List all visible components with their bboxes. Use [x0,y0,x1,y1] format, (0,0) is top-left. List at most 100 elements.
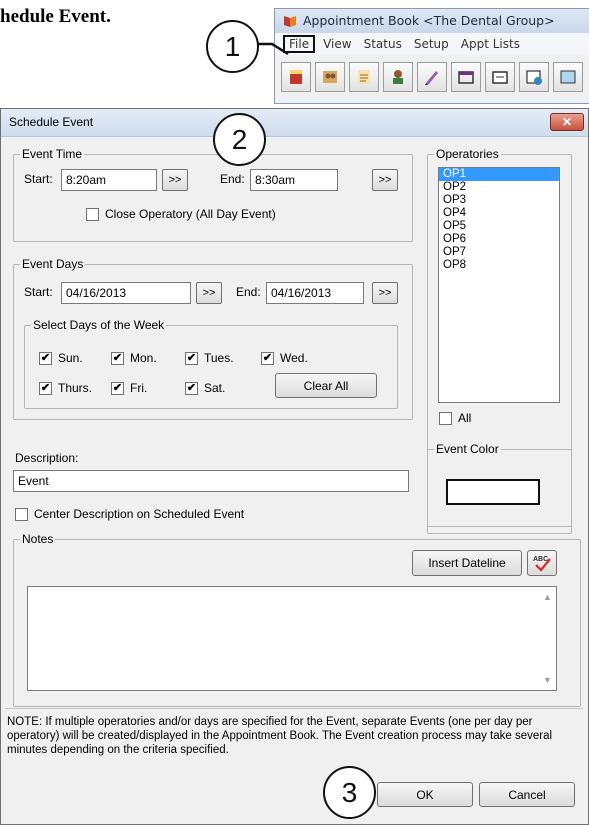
cancel-button[interactable]: Cancel [479,782,575,807]
appointment-book-icon [284,16,296,27]
window-icon[interactable] [451,62,481,92]
operatory-item[interactable]: OP7 [439,246,559,259]
appointment-book-window: Appointment Book <The Dental Group> File… [274,8,589,104]
end-date-picker-button[interactable]: >> [372,282,398,304]
day-thurs-row: ✔ Thurs. [39,381,92,395]
close-operatory-row: Close Operatory (All Day Event) [86,207,276,221]
event-days-legend: Event Days [20,257,86,271]
notes-legend: Notes [20,532,56,546]
close-operatory-checkbox[interactable] [86,207,99,221]
spell-check-button[interactable]: ABC [527,550,557,576]
event-time-legend: Event Time [20,147,85,161]
event-time-group: Event Time Start: 8:20am >> End: 8:30am … [13,147,413,242]
schedule-icon[interactable] [519,62,549,92]
day-tues-label: Tues. [204,351,234,365]
day-tues-row: ✔ Tues. [185,351,234,365]
end-time-picker-button[interactable]: >> [372,169,398,191]
center-description-checkbox[interactable] [15,507,28,521]
callout-1: 1 [206,20,259,73]
svg-text:ABC: ABC [533,556,548,563]
notes-icon[interactable] [349,62,379,92]
operatories-list[interactable]: OP1 OP2 OP3 OP4 OP5 OP6 OP7 OP8 [438,167,560,403]
menu-view[interactable]: View [317,36,357,52]
scroll-up-icon[interactable]: ▲ [543,592,552,602]
day-mon-checkbox[interactable]: ✔ [111,351,124,365]
edit-icon[interactable] [417,62,447,92]
description-field[interactable]: Event [13,470,409,492]
family-icon[interactable] [315,62,345,92]
days-of-week-group: Select Days of the Week ✔ Sun. ✔ Mon. ✔ … [24,318,398,409]
day-wed-checkbox[interactable]: ✔ [261,351,274,365]
day-thurs-label: Thurs. [58,381,93,395]
center-description-row: Center Description on Scheduled Event [15,507,244,521]
close-button[interactable]: ✕ [550,113,584,131]
operatory-item[interactable]: OP1 [439,168,559,181]
day-sun-checkbox[interactable]: ✔ [39,351,52,365]
end-date-label: End: [236,285,261,299]
blank-icon[interactable] [485,62,515,92]
day-fri-checkbox[interactable]: ✔ [111,381,124,395]
ok-button[interactable]: OK [377,782,473,807]
event-color-swatch[interactable] [446,479,540,505]
start-time-label: Start: [24,172,53,186]
dialog-title-bar: Schedule Event ✕ [1,109,588,137]
all-operatories-row: All [439,411,471,425]
callout-2: 2 [213,113,266,166]
image-icon[interactable] [553,62,583,92]
schedule-event-dialog: Schedule Event ✕ Event Time Start: 8:20a… [0,108,589,825]
day-fri-row: ✔ Fri. [111,381,147,395]
days-of-week-legend: Select Days of the Week [31,318,167,332]
insert-dateline-button[interactable]: Insert Dateline [412,550,522,576]
all-operatories-label: All [458,411,472,425]
notes-textarea[interactable] [27,586,557,691]
instruction-text: hedule Event. [0,6,111,27]
tooth-chart-icon[interactable] [281,62,311,92]
start-date-field[interactable]: 04/16/2013 [61,282,191,304]
description-label: Description: [15,451,79,465]
end-time-field[interactable]: 8:30am [250,169,338,191]
day-sun-row: ✔ Sun. [39,351,83,365]
dialog-title: Schedule Event [9,115,94,129]
day-sat-row: ✔ Sat. [185,381,225,395]
spell-check-icon: ABC [533,556,551,572]
end-time-label: End: [220,172,245,186]
day-tues-checkbox[interactable]: ✔ [185,351,198,365]
start-time-field[interactable]: 8:20am [61,169,157,191]
note-text: NOTE: If multiple operatories and/or day… [7,716,553,756]
operatory-item[interactable]: OP2 [439,181,559,194]
scroll-down-icon[interactable]: ▼ [543,675,552,685]
app-toolbar [275,57,589,97]
app-title: Appointment Book <The Dental Group> [303,13,555,28]
clear-all-button[interactable]: Clear All [275,373,377,398]
day-thurs-checkbox[interactable]: ✔ [39,381,52,395]
day-wed-label: Wed. [280,351,308,365]
end-date-field[interactable]: 04/16/2013 [266,282,364,304]
menu-status[interactable]: Status [358,36,408,52]
start-date-picker-button[interactable]: >> [196,282,222,304]
day-wed-row: ✔ Wed. [261,351,308,365]
menu-setup[interactable]: Setup [408,36,455,52]
day-sat-label: Sat. [204,381,226,395]
center-description-label: Center Description on Scheduled Event [34,507,245,521]
operatory-item[interactable]: OP4 [439,207,559,220]
operatory-item[interactable]: OP6 [439,233,559,246]
day-mon-row: ✔ Mon. [111,351,157,365]
operatories-legend: Operatories [434,147,501,161]
day-fri-label: Fri. [130,381,148,395]
callout-3: 3 [323,766,376,819]
divider [5,708,583,709]
operatory-item[interactable]: OP8 [439,259,559,272]
start-time-picker-button[interactable]: >> [162,169,188,191]
app-menubar: File View Status Setup Appt Lists [275,33,589,55]
start-date-label: Start: [24,285,53,299]
event-color-legend: Event Color [434,442,501,456]
all-operatories-checkbox[interactable] [439,411,452,425]
day-sat-checkbox[interactable]: ✔ [185,381,198,395]
day-mon-label: Mon. [130,351,157,365]
operatory-item[interactable]: OP3 [439,194,559,207]
operatory-item[interactable]: OP5 [439,220,559,233]
patient-icon[interactable] [383,62,413,92]
menu-appt-lists[interactable]: Appt Lists [455,36,526,52]
day-sun-label: Sun. [58,351,83,365]
event-days-group: Event Days Start: 04/16/2013 >> End: 04/… [13,257,413,420]
